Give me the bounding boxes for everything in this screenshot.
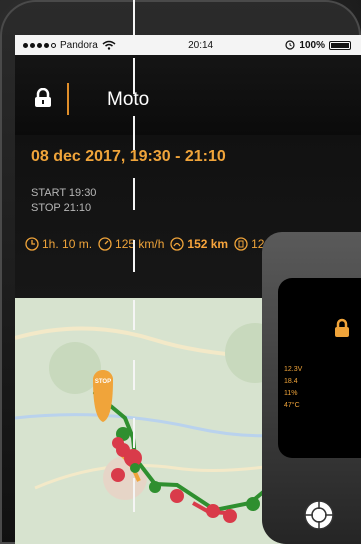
header: Moto: [15, 55, 361, 135]
route-point[interactable]: [223, 509, 237, 523]
watch-stat: 11%: [284, 390, 298, 397]
carrier-label: Pandora: [60, 39, 98, 51]
route-point[interactable]: [130, 463, 140, 473]
battery-percent: 100%: [299, 39, 325, 51]
wifi-icon: [102, 40, 116, 50]
trip-stop-time: STOP 21:10: [31, 202, 92, 214]
stat-duration: 1h. 10 m.: [25, 237, 92, 251]
center-line: [133, 418, 135, 448]
status-left: Pandora: [23, 40, 116, 51]
route-point[interactable]: [149, 481, 161, 493]
watch-stats: 12.3V 18.4 11% 47°C: [284, 364, 302, 412]
center-line: [133, 58, 135, 94]
route-point[interactable]: [111, 468, 125, 482]
center-line: [133, 0, 135, 40]
stat-max-speed: 125 km/h: [98, 237, 164, 251]
trip-start-time: START 19:30: [31, 187, 97, 199]
center-line: [133, 116, 135, 150]
trip-date-range: 08 dec 2017, 19:30 - 21:10: [31, 148, 226, 165]
lock-icon[interactable]: [33, 88, 53, 108]
signal-icon: [23, 42, 56, 48]
status-bar: Pandora 20:14 100%: [15, 35, 361, 55]
battery-icon: [328, 40, 351, 50]
speedometer-icon: [98, 237, 112, 251]
stat-max-speed-value: 125 km/h: [115, 237, 165, 251]
smartwatch: 12.3V 18.4 11% 47°C: [262, 232, 361, 544]
alarm-icon: [285, 40, 296, 50]
watch-stat: 12.3V: [284, 366, 303, 373]
stat-distance: 152 km: [170, 237, 228, 251]
center-line: [133, 300, 135, 330]
status-right: 100%: [285, 40, 351, 51]
stat-duration-value: 1h. 10 m.: [42, 237, 93, 251]
clock: 20:14: [188, 39, 214, 51]
stop-marker-label: STOP: [95, 379, 111, 385]
center-line: [133, 240, 135, 272]
center-line: [133, 478, 135, 512]
locate-button[interactable]: [303, 499, 335, 531]
page-title: Moto: [107, 89, 150, 110]
stat-distance-value: 152 km: [187, 237, 229, 251]
center-line: [133, 178, 135, 210]
watch-screen: 12.3V 18.4 11% 47°C: [278, 278, 361, 458]
clock-icon: [25, 237, 39, 251]
route-point[interactable]: [206, 504, 220, 518]
watch-stat: 47°C: [284, 402, 300, 409]
route-point[interactable]: [170, 489, 184, 503]
watch-lock-icon: [335, 318, 349, 337]
center-line: [133, 360, 135, 390]
route-icon: [170, 237, 185, 251]
header-divider: [67, 83, 69, 115]
route-point[interactable]: [246, 497, 260, 511]
fuel-icon: [234, 237, 248, 251]
watch-stat: 18.4: [284, 378, 298, 385]
